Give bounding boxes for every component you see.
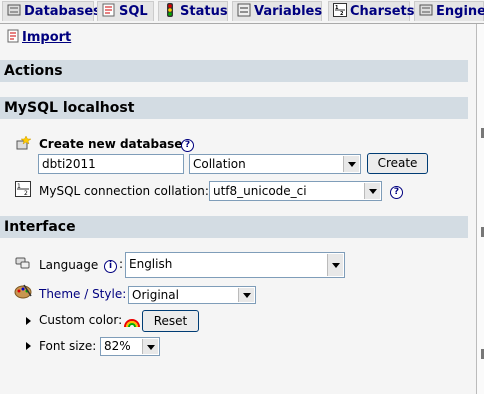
right-frame-edge [476,24,484,394]
tab-engines-label: Engines [436,4,484,19]
language-select-value: English [129,257,173,271]
tab-variables[interactable]: Variables [232,1,322,21]
chevron-down-icon [142,339,158,354]
new-database-icon [15,135,32,151]
info-icon[interactable]: i [104,260,117,273]
variables-icon [237,3,251,17]
font-size-select-value: 82% [104,339,131,353]
language-label: Language [39,258,99,272]
tab-engines[interactable]: Engines [414,1,484,21]
chevron-down-icon [238,288,254,302]
section-mysql-heading: MySQL localhost [0,97,468,119]
language-select[interactable]: English [125,252,345,278]
tab-status[interactable]: Status [158,1,228,21]
expand-triangle-icon[interactable] [26,317,31,325]
svg-text:2: 2 [24,190,28,197]
tab-variables-label: Variables [254,4,323,19]
font-size-label: Font size: [39,339,97,353]
theme-palette-icon [14,283,32,299]
connection-collation-value: utf8_unicode_ci [213,184,307,198]
import-link[interactable]: Import [6,29,71,45]
reset-color-button[interactable]: Reset [142,310,199,332]
tab-charsets[interactable]: 12 Charsets [328,1,415,21]
create-database-label: Create new database [39,137,183,151]
chevron-down-icon [327,254,343,276]
theme-select[interactable]: Original [128,286,256,304]
status-icon [163,3,177,17]
theme-select-value: Original [132,288,179,302]
tab-status-label: Status [180,4,228,19]
font-size-select[interactable]: 82% [100,337,160,356]
help-icon[interactable]: ? [390,186,403,199]
chevron-down-icon [364,183,380,199]
svg-text:2: 2 [340,11,344,17]
tab-databases[interactable]: Databases [2,1,101,21]
create-database-button[interactable]: Create [367,153,428,174]
charsets-icon: 12 [333,3,347,17]
connection-collation-label: MySQL connection collation: [39,184,209,198]
custom-color-label: Custom color: [39,313,123,327]
language-colon: : [119,257,124,271]
section-actions-heading: Actions [0,60,468,82]
databases-icon [7,3,21,17]
expand-triangle-icon[interactable] [26,342,31,350]
tab-charsets-label: Charsets [350,4,415,19]
language-icon [15,255,31,271]
tab-sql[interactable]: SQL [97,1,154,21]
server-tab-bar: Databases SQL Status Variables 12 Charse… [0,0,484,24]
sql-icon [102,3,116,17]
database-name-input[interactable]: dbti2011 [38,154,184,174]
chevron-down-icon [343,156,359,172]
connection-collation-select[interactable]: utf8_unicode_ci [209,181,382,201]
collation-icon: 12 [15,181,31,197]
tab-databases-label: Databases [24,4,101,19]
theme-style-link[interactable]: Theme / Style: [39,287,126,301]
engines-icon [419,3,433,17]
import-link-label: Import [22,30,72,45]
collation-select[interactable]: Collation [189,154,361,174]
section-interface-heading: Interface [0,216,468,238]
tab-sql-label: SQL [119,4,148,19]
rainbow-icon[interactable] [123,312,141,328]
help-icon[interactable]: ? [181,139,194,152]
collation-select-value: Collation [193,157,246,171]
import-icon [6,29,20,43]
